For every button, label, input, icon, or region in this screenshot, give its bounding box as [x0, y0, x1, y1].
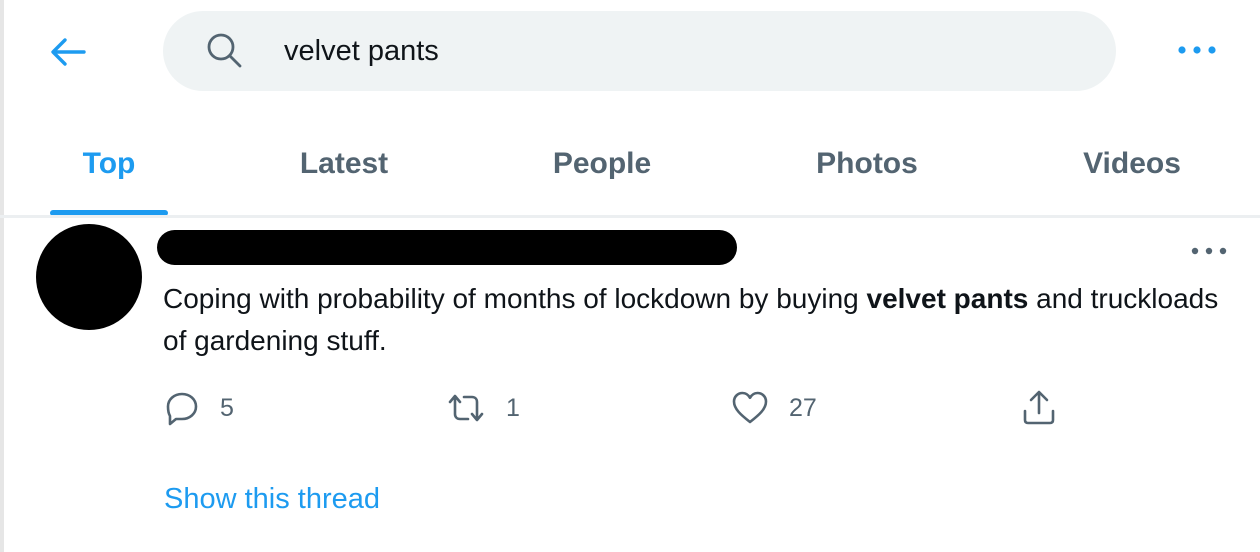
search-tabs: Top Latest People Photos Videos [0, 112, 1260, 216]
divider [0, 215, 1260, 218]
tab-videos[interactable]: Videos [1045, 112, 1219, 216]
avatar[interactable] [36, 224, 142, 330]
reply-button[interactable]: 5 [164, 388, 234, 428]
search-highlight: velvet pants [866, 283, 1029, 314]
retweet-button[interactable]: 1 [446, 388, 520, 428]
reply-count: 5 [220, 393, 234, 422]
search-header [0, 0, 1260, 100]
tweet-text: Coping with probability of months of loc… [163, 278, 1243, 362]
tweet-text-start: Coping with probability of months of loc… [163, 283, 867, 314]
heart-icon [732, 391, 768, 424]
search-icon [207, 33, 242, 68]
retweet-count: 1 [506, 393, 520, 422]
search-input[interactable] [284, 29, 1064, 73]
search-box[interactable] [163, 11, 1116, 91]
like-count: 27 [789, 393, 817, 422]
reply-icon [166, 392, 198, 426]
more-horizontal-icon [1191, 247, 1227, 255]
tweet-more-button[interactable] [1186, 236, 1232, 266]
arrow-left-icon [51, 38, 86, 66]
like-button[interactable]: 27 [731, 388, 817, 428]
show-thread-link[interactable]: Show this thread [164, 483, 380, 516]
share-icon [1023, 390, 1055, 425]
retweet-icon [448, 394, 484, 422]
tab-latest[interactable]: Latest [264, 112, 424, 216]
author-name-redacted[interactable] [157, 230, 737, 265]
tab-top[interactable]: Top [50, 112, 168, 216]
more-horizontal-icon [1178, 46, 1216, 54]
tab-people[interactable]: People [517, 112, 687, 216]
back-button[interactable] [46, 30, 90, 74]
share-button[interactable] [1020, 388, 1058, 428]
more-options-button[interactable] [1172, 32, 1222, 68]
tab-photos[interactable]: Photos [780, 112, 954, 216]
